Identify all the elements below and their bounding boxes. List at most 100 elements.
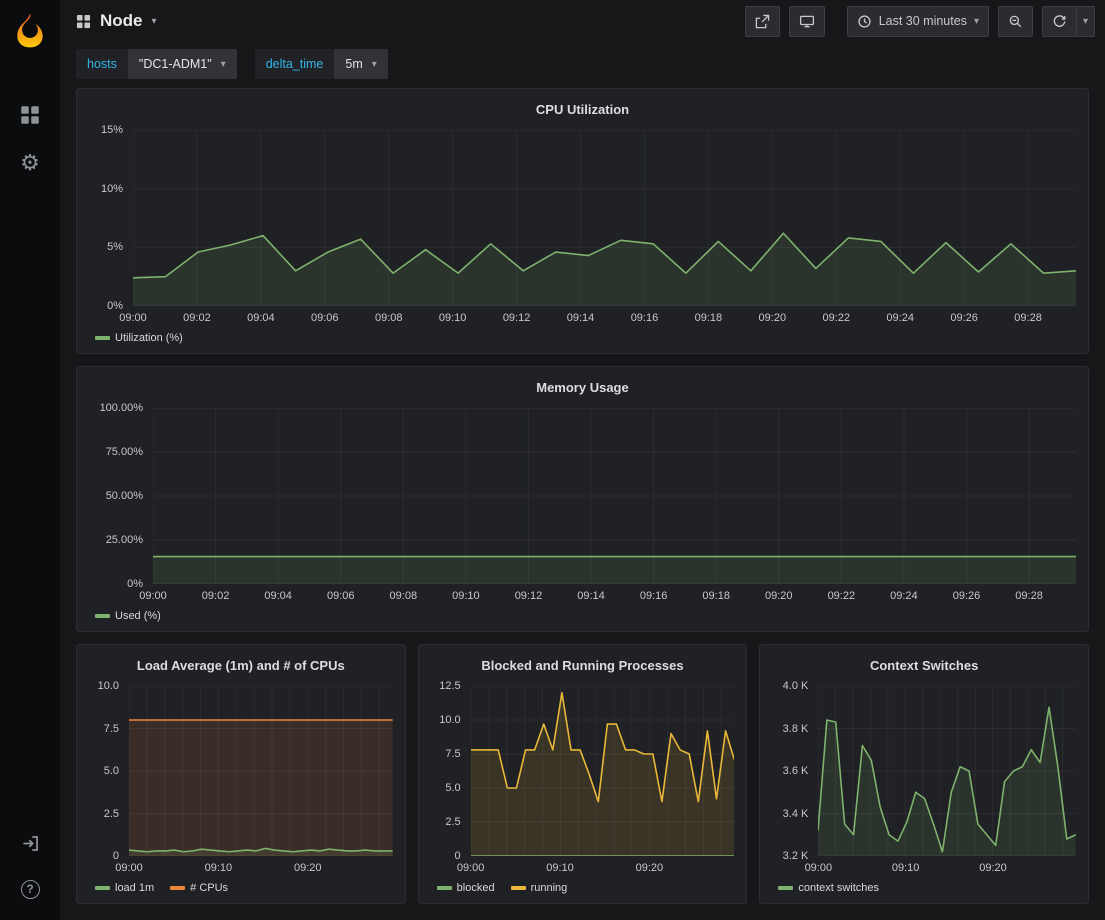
panel-title-memory[interactable]: Memory Usage <box>89 374 1076 402</box>
panel-title-context[interactable]: Context Switches <box>772 652 1076 680</box>
time-range-caret-icon: ▾ <box>974 16 979 27</box>
plot-area[interactable] <box>129 686 393 856</box>
sidebar-menu: ⚙ <box>0 94 60 184</box>
y-tick-label: 5.0 <box>445 782 460 794</box>
y-tick-label: 3.4 K <box>783 808 809 820</box>
monitor-icon <box>799 14 815 29</box>
y-tick-label: 75.00% <box>106 446 143 458</box>
legend-item[interactable]: running <box>511 882 568 894</box>
dashboard-title[interactable]: Node <box>100 11 143 31</box>
time-range-button[interactable]: Last 30 minutes ▾ <box>847 6 989 37</box>
y-tick-label: 0% <box>107 300 123 312</box>
x-axis: 09:0009:0209:0409:0609:0809:1009:1209:14… <box>153 584 1076 604</box>
legend-swatch <box>95 336 110 340</box>
variable-delta-time-value[interactable]: 5m ▾ <box>334 49 387 79</box>
dashboard-title-group[interactable]: Node ▾ <box>76 11 157 31</box>
x-tick-label: 09:10 <box>439 312 467 324</box>
y-tick-label: 5.0 <box>104 765 119 777</box>
x-tick-label: 09:28 <box>1014 312 1042 324</box>
plot-area[interactable] <box>818 686 1076 856</box>
legend-item[interactable]: Utilization (%) <box>95 332 183 344</box>
refresh-button[interactable] <box>1042 6 1077 37</box>
refresh-interval-dropdown[interactable]: ▾ <box>1077 6 1095 37</box>
y-axis: 0%25.00%50.00%75.00%100.00% <box>89 408 153 584</box>
help-icon: ? <box>21 880 40 899</box>
dashboard-caret-icon[interactable]: ▾ <box>152 16 157 27</box>
x-tick-label: 09:04 <box>264 590 292 602</box>
x-tick-label: 09:26 <box>950 312 978 324</box>
sign-in-icon <box>21 834 40 853</box>
plot-area[interactable] <box>471 686 735 856</box>
share-button[interactable] <box>745 6 780 37</box>
legend-label: Used (%) <box>115 610 161 622</box>
x-tick-label: 09:20 <box>979 862 1007 874</box>
y-axis: 3.2 K3.4 K3.6 K3.8 K4.0 K <box>772 686 818 856</box>
variable-hosts-value[interactable]: "DC1-ADM1" ▾ <box>128 49 237 79</box>
sidebar-item-configuration[interactable]: ⚙ <box>0 142 60 184</box>
x-tick-label: 09:02 <box>202 590 230 602</box>
y-tick-label: 10% <box>101 183 123 195</box>
chart-blocked-running: 02.55.07.510.012.5 09:0009:1009:20 block… <box>431 686 735 894</box>
x-tick-label: 09:10 <box>892 862 920 874</box>
x-tick-label: 09:10 <box>205 862 233 874</box>
chart-canvas <box>818 686 1076 856</box>
chart-load-average: 02.55.07.510.0 09:0009:1009:20 load 1m# … <box>89 686 393 894</box>
share-icon <box>755 14 770 29</box>
x-tick-label: 09:16 <box>640 590 668 602</box>
panel-context-switches: Context Switches 3.2 K3.4 K3.6 K3.8 K4.0… <box>759 644 1089 904</box>
x-tick-label: 09:10 <box>546 862 574 874</box>
chart-context-switches: 3.2 K3.4 K3.6 K3.8 K4.0 K 09:00 09:10 09:2… <box>772 686 1076 894</box>
x-tick-label: 09:22 <box>828 590 856 602</box>
plot-area[interactable] <box>133 130 1076 306</box>
dashboard-icon <box>76 14 91 29</box>
y-tick-label: 4.0 K <box>783 680 809 692</box>
legend-swatch <box>170 886 185 890</box>
legend-item[interactable]: context switches <box>778 882 879 894</box>
legend-label: Utilization (%) <box>115 332 183 344</box>
tv-mode-button[interactable] <box>789 6 825 37</box>
legend-label: load 1m <box>115 882 154 894</box>
x-tick-label: 09:18 <box>695 312 723 324</box>
legend: Used (%) <box>89 604 1076 622</box>
panel-title-cpu[interactable]: CPU Utilization <box>89 96 1076 124</box>
sidebar-item-help[interactable]: ? <box>0 868 60 910</box>
x-axis: 09:0009:1009:20 <box>818 856 1076 876</box>
legend-item[interactable]: blocked <box>437 882 495 894</box>
clock-icon <box>857 14 872 29</box>
sidebar-item-dashboards[interactable] <box>0 94 60 136</box>
chart-memory-usage: 0%25.00%50.00%75.00%100.00% 09:0009:0209… <box>89 408 1076 622</box>
legend-label: running <box>531 882 568 894</box>
chart-canvas <box>471 686 735 856</box>
panel-title-load[interactable]: Load Average (1m) and # of CPUs <box>89 652 393 680</box>
x-tick-label: 09:24 <box>890 590 918 602</box>
gear-icon: ⚙ <box>20 152 40 174</box>
panel-cpu-utilization: CPU Utilization 0%5%10%15% 09:0009:0209:… <box>76 88 1089 354</box>
y-tick-label: 0% <box>127 578 143 590</box>
legend-swatch <box>95 886 110 890</box>
legend-swatch <box>95 614 110 618</box>
x-tick-label: 09:06 <box>311 312 339 324</box>
y-tick-label: 2.5 <box>445 816 460 828</box>
variable-hosts: hosts "DC1-ADM1" ▾ <box>76 49 237 79</box>
y-tick-label: 3.8 K <box>783 723 809 735</box>
x-tick-label: 09:14 <box>577 590 605 602</box>
plot-area[interactable] <box>153 408 1076 584</box>
legend-item[interactable]: # CPUs <box>170 882 228 894</box>
legend-item[interactable]: load 1m <box>95 882 154 894</box>
x-tick-label: 09:16 <box>631 312 659 324</box>
panel-title-processes[interactable]: Blocked and Running Processes <box>431 652 735 680</box>
y-axis: 02.55.07.510.012.5 <box>431 686 471 856</box>
grafana-logo[interactable] <box>8 8 52 52</box>
legend: load 1m # CPUs <box>89 876 393 894</box>
variable-hosts-caret-icon: ▾ <box>221 59 226 70</box>
x-tick-label: 09:28 <box>1015 590 1043 602</box>
x-tick-label: 09:20 <box>636 862 664 874</box>
zoom-out-button[interactable] <box>998 6 1033 37</box>
variable-delta-time-selected: 5m <box>345 57 362 71</box>
chart-canvas <box>133 130 1076 306</box>
template-variables: hosts "DC1-ADM1" ▾ delta_time 5m ▾ <box>60 42 1105 88</box>
x-tick-label: 09:00 <box>805 862 833 874</box>
sidebar-item-signin[interactable] <box>0 822 60 864</box>
legend-item[interactable]: Used (%) <box>95 610 161 622</box>
y-tick-label: 0 <box>455 850 461 862</box>
